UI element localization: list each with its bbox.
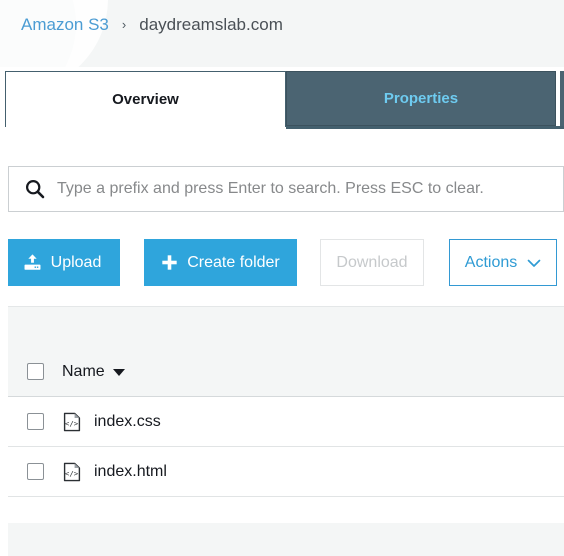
select-all-cell [8,363,62,380]
row-select-cell [8,413,62,430]
code-file-icon: </> [62,412,82,432]
table-footer-band [8,523,564,556]
create-folder-button[interactable]: Create folder [144,239,297,286]
search-input[interactable] [57,174,563,204]
object-toolbar: Upload Create folder Download Actions [8,239,557,286]
create-folder-button-label: Create folder [187,253,280,271]
file-name-label[interactable]: index.css [94,413,161,431]
caret-down-icon [112,369,125,376]
row-checkbox[interactable] [26,413,44,430]
breadcrumb-current-bucket: daydreamslab.com [139,15,283,34]
tab-overview[interactable]: Overview [5,71,286,127]
tab-bar: Overview Properties [0,67,564,129]
tab-overflow-edge [560,71,564,126]
row-name-cell: </> index.css [62,412,161,432]
column-header-name[interactable]: Name [62,363,125,381]
table-row[interactable]: </> index.css [8,397,564,447]
select-all-checkbox[interactable] [26,363,44,380]
page-header: Amazon S3 › daydreamslab.com [0,0,564,67]
download-button: Download [320,239,424,286]
actions-button[interactable]: Actions [449,239,557,286]
search-bar[interactable] [8,166,564,212]
file-name-label[interactable]: index.html [94,463,167,481]
column-header-name-label: Name [62,362,105,380]
svg-text:</>: </> [65,418,79,427]
s3-bucket-page: Amazon S3 › daydreamslab.com Overview Pr… [0,0,564,556]
breadcrumb-separator-icon: › [121,17,127,32]
breadcrumb: Amazon S3 › daydreamslab.com [21,14,283,37]
svg-text:</>: </> [65,468,79,477]
plus-icon [161,254,178,271]
upload-button[interactable]: Upload [8,239,120,286]
breadcrumb-link-amazon-s3[interactable]: Amazon S3 [21,14,109,36]
row-checkbox[interactable] [26,463,44,480]
download-button-label: Download [336,253,408,271]
upload-button-label: Upload [50,253,102,271]
chevron-down-icon [527,258,541,268]
row-select-cell [8,463,62,480]
code-file-icon: </> [62,462,82,482]
row-name-cell: </> index.html [62,462,167,482]
table-header-row: Name [8,347,564,397]
table-toolbar-band [8,306,564,347]
tab-properties[interactable]: Properties [286,71,556,126]
actions-button-label: Actions [464,253,518,271]
upload-icon [23,253,42,272]
tab-bar-underline [286,126,564,129]
search-icon [23,177,47,201]
table-row[interactable]: </> index.html [8,447,564,497]
object-table: Name </> index.css </> index.html [8,347,564,497]
